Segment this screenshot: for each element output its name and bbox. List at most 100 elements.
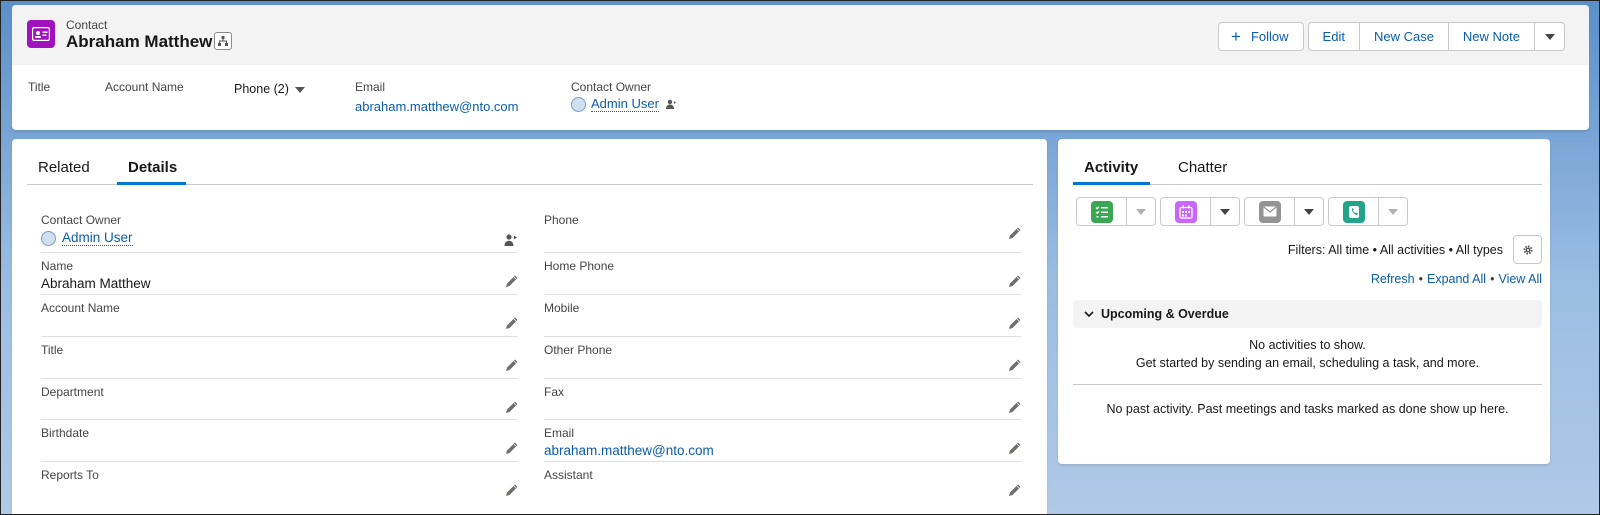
pencil-icon[interactable] (504, 317, 518, 331)
new-task-group (1076, 197, 1156, 226)
more-actions-button[interactable] (1535, 22, 1565, 51)
pencil-icon[interactable] (1007, 401, 1021, 415)
expand-all-link[interactable]: Expand All (1427, 272, 1486, 286)
field-account-name: Account Name (41, 295, 518, 337)
field-label: Email (544, 426, 575, 440)
hl-phone-dropdown[interactable]: Phone (2) (234, 82, 305, 96)
log-call-button[interactable] (1329, 198, 1379, 225)
pencil-icon[interactable] (504, 484, 518, 498)
tab-chatter[interactable]: Chatter (1178, 159, 1227, 176)
field-name: Name Abraham Matthew (41, 253, 518, 295)
field-label: Other Phone (544, 343, 613, 357)
chevron-down-icon (1220, 208, 1230, 215)
pencil-icon[interactable] (1007, 275, 1021, 289)
pencil-icon[interactable] (1007, 442, 1021, 456)
field-value: Abraham Matthew (41, 276, 151, 291)
field-label: Contact Owner (41, 213, 122, 227)
record-tabs: Related Details (27, 139, 1033, 185)
refresh-link[interactable]: Refresh (1371, 272, 1415, 286)
new-email-button[interactable] (1245, 198, 1295, 225)
field-birthdate: Birthdate (41, 420, 518, 462)
event-dropdown-button[interactable] (1211, 198, 1239, 225)
field-contact-owner: Contact Owner Admin User (41, 207, 518, 253)
activity-tabs: Activity Chatter (1073, 139, 1542, 185)
activity-publishers (1076, 197, 1412, 226)
activity-card: Activity Chatter Filters: All time • All… (1058, 139, 1550, 464)
contact-card-icon (27, 20, 55, 48)
pencil-icon[interactable] (1007, 359, 1021, 373)
activity-filters: Filters: All time • All activities • All… (1287, 243, 1503, 257)
field-mobile: Mobile (544, 295, 1021, 337)
tab-activity[interactable]: Activity (1084, 159, 1138, 176)
hl-account-name-label: Account Name (105, 80, 184, 94)
field-label: Fax (544, 385, 565, 399)
field-label: Reports To (41, 468, 99, 482)
field-reports-to: Reports To (41, 462, 518, 506)
record-header: Contact Abraham Matthew + Follow Edit New… (12, 5, 1589, 65)
new-case-button[interactable]: New Case (1359, 22, 1449, 51)
view-all-link[interactable]: View All (1498, 272, 1542, 286)
new-event-group (1160, 197, 1240, 226)
field-label: Department (41, 385, 104, 399)
pencil-icon[interactable] (504, 275, 518, 289)
field-label: Account Name (41, 301, 120, 315)
active-tab-indicator (117, 182, 186, 185)
pencil-icon[interactable] (504, 359, 518, 373)
contact-owner-link[interactable]: Admin User (62, 230, 133, 246)
hl-email-label: Email (355, 80, 386, 94)
field-label: Home Phone (544, 259, 615, 273)
email-dropdown-button[interactable] (1295, 198, 1323, 225)
hl-phone-label: Phone (2) (234, 82, 289, 96)
highlight-fields: Title Account Name Phone (2) Email abrah… (12, 65, 1589, 130)
tab-details[interactable]: Details (128, 159, 177, 176)
separator: • (1418, 272, 1423, 286)
plus-icon: + (1231, 27, 1241, 46)
field-fax: Fax (544, 379, 1021, 420)
hierarchy-button[interactable] (214, 32, 232, 50)
field-department: Department (41, 379, 518, 420)
hl-owner: Admin User (571, 96, 677, 113)
chevron-down-icon (1388, 208, 1398, 215)
edit-button[interactable]: Edit (1307, 22, 1360, 51)
field-label: Birthdate (41, 426, 90, 440)
pencil-icon[interactable] (1007, 317, 1021, 331)
hl-owner-label: Contact Owner (571, 80, 652, 94)
divider (1073, 384, 1542, 385)
change-owner-icon[interactable] (504, 233, 518, 247)
upcoming-overdue-header[interactable]: Upcoming & Overdue (1073, 300, 1542, 328)
phone-icon (1342, 200, 1365, 223)
pencil-icon[interactable] (1007, 484, 1021, 498)
change-owner-icon[interactable] (665, 99, 677, 110)
get-started-text: Get started by sending an email, schedul… (1135, 356, 1480, 370)
log-call-group (1328, 197, 1408, 226)
field-label: Title (41, 343, 64, 357)
hl-email-link[interactable]: abraham.matthew@nto.com (355, 99, 519, 114)
task-icon (1090, 200, 1113, 223)
field-label: Name (41, 259, 74, 273)
new-note-button[interactable]: New Note (1448, 22, 1535, 51)
pencil-icon[interactable] (504, 442, 518, 456)
field-assistant: Assistant (544, 462, 1021, 506)
no-activities-text: No activities to show. (1249, 338, 1366, 352)
chevron-down-icon (1544, 33, 1555, 40)
pencil-icon[interactable] (1007, 227, 1021, 241)
tab-related[interactable]: Related (38, 159, 90, 176)
no-past-activity-text: No past activity. Past meetings and task… (1106, 402, 1509, 416)
hl-owner-link[interactable]: Admin User (591, 96, 659, 112)
field-phone: Phone (544, 207, 1021, 253)
filter-settings-button[interactable] (1513, 235, 1542, 264)
follow-button[interactable]: + Follow (1218, 22, 1304, 51)
pencil-icon[interactable] (504, 401, 518, 415)
upcoming-overdue-title: Upcoming & Overdue (1101, 307, 1229, 321)
email-link[interactable]: abraham.matthew@nto.com (544, 443, 714, 458)
new-task-button[interactable] (1077, 198, 1127, 225)
new-event-button[interactable] (1161, 198, 1211, 225)
gear-icon (1523, 245, 1532, 254)
active-tab-indicator (1073, 182, 1150, 185)
chevron-down-icon (1136, 208, 1146, 215)
separator: • (1490, 272, 1495, 286)
chevron-down-icon (1304, 208, 1314, 215)
task-dropdown-button[interactable] (1127, 198, 1155, 225)
field-title: Title (41, 337, 518, 379)
call-dropdown-button[interactable] (1379, 198, 1407, 225)
